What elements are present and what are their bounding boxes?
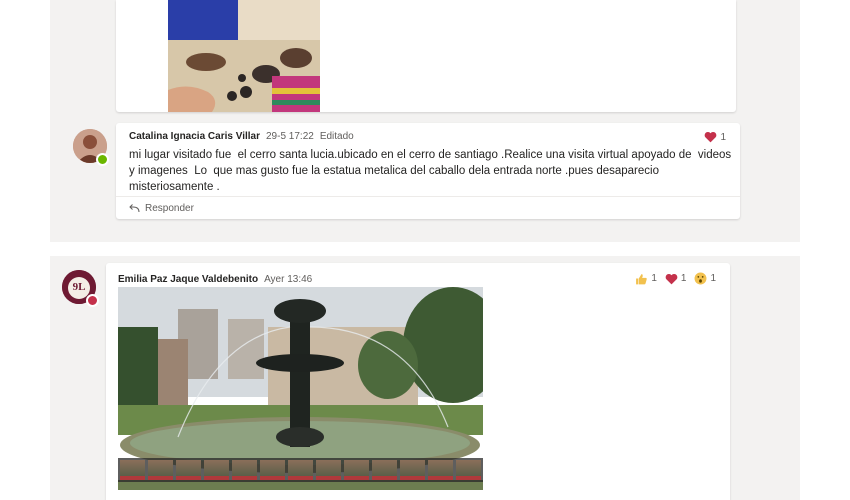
- message-line: mi lugar visitado fue el cerro santa luc…: [129, 149, 732, 161]
- post-author[interactable]: Emilia Paz Jaque Valdebenito: [118, 274, 258, 285]
- reaction-count: 1: [651, 273, 657, 284]
- fountain-middle-basin: [256, 354, 344, 372]
- thumbnail[interactable]: [456, 460, 481, 480]
- woven-textile-stripe-2: [272, 100, 320, 105]
- message-line: misteriosamente .: [129, 181, 220, 193]
- thumbnail[interactable]: [148, 460, 173, 480]
- fountain-photo[interactable]: [118, 287, 483, 490]
- craft-photo[interactable]: [168, 0, 320, 112]
- clay-piece-2: [240, 86, 252, 98]
- thumbnail[interactable]: [400, 460, 425, 480]
- heart-icon: [665, 273, 678, 284]
- avatar-initials: 9L: [72, 281, 86, 293]
- reaction-count: 1: [720, 131, 726, 143]
- post-timestamp: 29-5 17:22: [266, 131, 314, 142]
- edited-label: Editado: [319, 131, 354, 142]
- thumbnail-strip[interactable]: [118, 458, 483, 482]
- presence-busy-indicator: [86, 294, 99, 307]
- surprised-face-icon: [694, 272, 707, 285]
- fountain-column: [290, 307, 310, 447]
- reaction-surprised[interactable]: 1: [694, 272, 716, 285]
- thumbnail[interactable]: [260, 460, 285, 480]
- post-timestamp: Ayer 13:46: [264, 274, 313, 285]
- clay-bowl-left: [186, 53, 226, 71]
- avatar-face: [83, 135, 97, 149]
- thumbnail[interactable]: [176, 460, 201, 480]
- post-card: Emilia Paz Jaque Valdebenito Ayer 13:46 …: [106, 263, 730, 500]
- post-card: Catalina Ignacia Caris Villar 29-5 17:22…: [116, 123, 740, 219]
- thumbnail[interactable]: [232, 460, 257, 480]
- fountain-top-basin: [274, 299, 326, 323]
- post-message: mi lugar visitado fue el cerro santa luc…: [129, 147, 732, 195]
- message-line: y imagenes Lo que mas gusto fue la estat…: [129, 165, 659, 177]
- clay-piece-3: [227, 91, 237, 101]
- reply-arrow-icon: [129, 204, 140, 213]
- clay-piece-1: [238, 74, 246, 82]
- thumbnail[interactable]: [288, 460, 313, 480]
- thumbnail[interactable]: [372, 460, 397, 480]
- reaction-thumbs-up[interactable]: 1: [635, 272, 657, 285]
- thumbnail[interactable]: [344, 460, 369, 480]
- thumbnail[interactable]: [316, 460, 341, 480]
- thumbs-up-icon: [636, 273, 648, 284]
- post-author[interactable]: Catalina Ignacia Caris Villar: [129, 131, 260, 142]
- presence-available-indicator: [96, 153, 109, 166]
- previous-post-card: [116, 0, 736, 112]
- reply-button[interactable]: Responder: [116, 196, 740, 219]
- woven-textile-stripe: [272, 88, 320, 94]
- reaction-heart[interactable]: 1: [704, 131, 726, 143]
- trees-left: [118, 327, 158, 407]
- reply-label: Responder: [145, 202, 194, 214]
- heart-icon: [705, 131, 717, 143]
- fountain-base: [276, 427, 324, 447]
- thumbnail[interactable]: [120, 460, 145, 480]
- reaction-count: 1: [710, 273, 716, 284]
- building-tower-mid: [228, 319, 264, 379]
- reaction-count: 1: [680, 273, 687, 284]
- clay-bowl-right: [280, 48, 312, 68]
- reaction-heart[interactable]: 1: [665, 272, 687, 285]
- thumbnail[interactable]: [428, 460, 453, 480]
- thumbnail[interactable]: [204, 460, 229, 480]
